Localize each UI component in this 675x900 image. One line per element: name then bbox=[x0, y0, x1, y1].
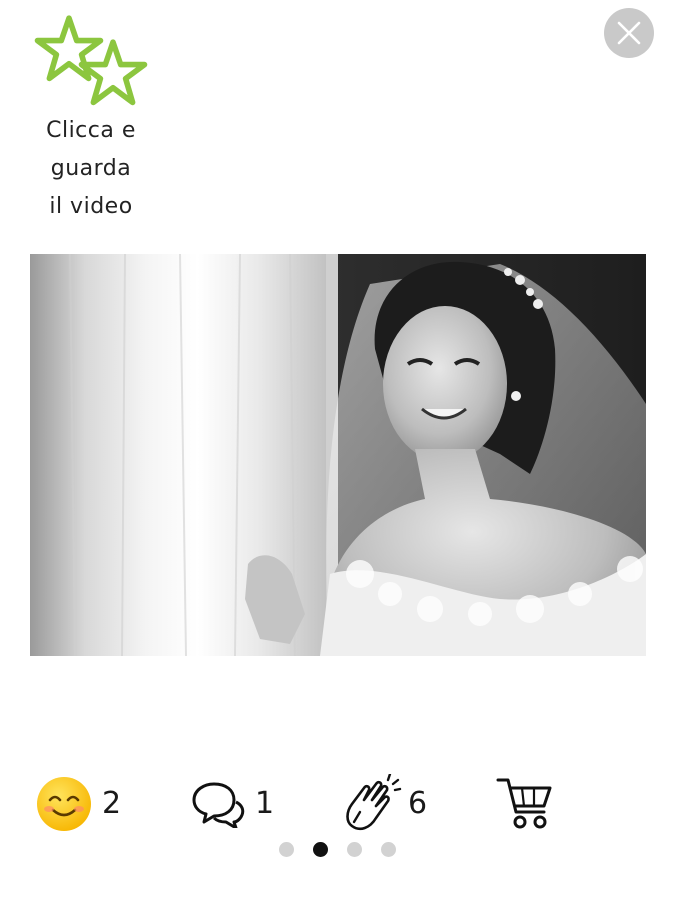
bride-photo bbox=[30, 254, 646, 656]
page-dot[interactable] bbox=[347, 842, 362, 857]
close-button[interactable] bbox=[604, 8, 654, 58]
page-dot-active[interactable] bbox=[313, 842, 328, 857]
star-icon bbox=[78, 39, 148, 106]
caption-line-1: Clicca e bbox=[46, 118, 136, 143]
clap-reaction-button[interactable]: 6 bbox=[342, 770, 437, 840]
caption-line-3: il video bbox=[49, 194, 133, 219]
caption-line-2: guarda bbox=[50, 156, 132, 181]
page-dot[interactable] bbox=[279, 842, 294, 857]
watch-video-caption: Clicca e guarda il video bbox=[28, 112, 154, 226]
reactions-bar: 2 1 6 bbox=[0, 770, 675, 840]
comments-count: 1 bbox=[255, 786, 275, 821]
clapping-hands-icon bbox=[346, 774, 402, 831]
shopping-cart-icon bbox=[496, 778, 552, 829]
smile-reaction-button[interactable]: 2 bbox=[36, 770, 136, 840]
watch-video-link[interactable]: Clicca e guarda il video bbox=[28, 12, 154, 226]
page-dot[interactable] bbox=[381, 842, 396, 857]
close-icon bbox=[617, 21, 641, 45]
shopping-cart-button[interactable] bbox=[496, 770, 556, 840]
speech-bubbles-icon bbox=[192, 782, 245, 828]
smiling-face-icon bbox=[37, 777, 91, 831]
clap-count: 6 bbox=[408, 786, 428, 821]
stars-icon-group bbox=[28, 12, 154, 110]
smile-count: 2 bbox=[102, 786, 122, 821]
comments-button[interactable]: 1 bbox=[188, 770, 278, 840]
